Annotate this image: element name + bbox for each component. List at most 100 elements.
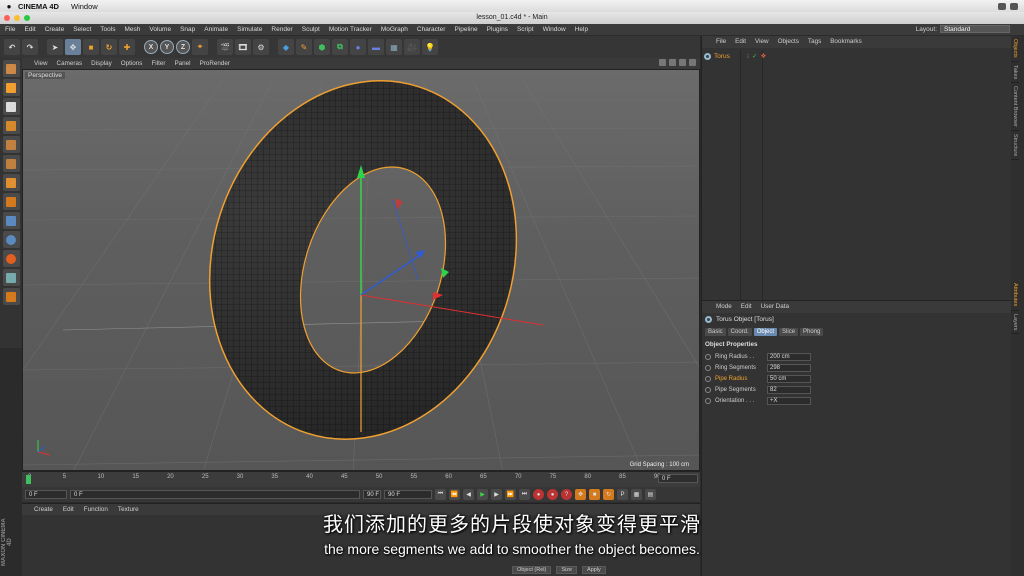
menu-window[interactable]: Window: [543, 26, 566, 33]
play-icon[interactable]: ▶: [477, 489, 488, 500]
next-key-icon[interactable]: ⏩: [505, 489, 516, 500]
polygons-mode-icon[interactable]: [2, 174, 20, 191]
record-icon[interactable]: ●: [533, 489, 544, 500]
material-menu-create[interactable]: Create: [34, 506, 53, 513]
range-end-field[interactable]: 90 F: [363, 490, 381, 499]
playhead[interactable]: [26, 475, 31, 484]
perspective-viewport[interactable]: Perspective Grid Spacing : 100 cm: [22, 69, 700, 471]
dock-tab-takes[interactable]: Takes: [1011, 62, 1019, 84]
end-frame-field[interactable]: 90 F: [384, 490, 432, 499]
menu-plugins[interactable]: Plugins: [487, 26, 508, 33]
object-menu-bookmarks[interactable]: Bookmarks: [830, 38, 862, 46]
material-menu-texture[interactable]: Texture: [118, 506, 139, 513]
spline-pen-icon[interactable]: ✎: [296, 39, 312, 55]
dock-tab-layers[interactable]: Layers: [1011, 311, 1019, 335]
scale-tool-icon[interactable]: ■: [83, 39, 99, 55]
locked-workplane-icon[interactable]: [2, 269, 20, 286]
subdivision-surface-icon[interactable]: ⬢: [314, 39, 330, 55]
menu-simulate[interactable]: Simulate: [237, 26, 262, 33]
property-value-field[interactable]: 82: [767, 385, 811, 394]
layout-dropdown[interactable]: Standard: [940, 25, 1010, 33]
menu-character[interactable]: Character: [417, 26, 446, 33]
menu-mograph[interactable]: MoGraph: [381, 26, 408, 33]
z-axis-lock-button[interactable]: Z: [176, 40, 190, 54]
pan-view-icon[interactable]: [659, 59, 666, 66]
points-mode-icon[interactable]: [2, 136, 20, 153]
x-axis-lock-button[interactable]: X: [144, 40, 158, 54]
animate-toggle-icon[interactable]: [705, 386, 711, 393]
attribute-menu-mode[interactable]: Mode: [716, 303, 732, 311]
toggle-view-icon[interactable]: [689, 59, 696, 66]
viewport-menu-panel[interactable]: Panel: [174, 60, 190, 67]
object-name[interactable]: Torus: [714, 53, 730, 60]
window-menu[interactable]: Window: [71, 2, 98, 11]
property-value-field[interactable]: 50 cm: [767, 374, 811, 383]
edges-mode-icon[interactable]: [2, 155, 20, 172]
autokey-icon[interactable]: ●: [547, 489, 558, 500]
menu-script[interactable]: Script: [517, 26, 534, 33]
tag-icon[interactable]: ❖: [760, 52, 766, 60]
object-menu-objects[interactable]: Objects: [778, 38, 799, 46]
menu-pipeline[interactable]: Pipeline: [454, 26, 477, 33]
key-rotation-icon[interactable]: ↻: [603, 489, 614, 500]
frame-range-slider[interactable]: 0 F: [70, 490, 360, 499]
object-menu-view[interactable]: View: [755, 38, 769, 46]
model-mode-icon[interactable]: [2, 79, 20, 96]
tab-slice[interactable]: Slice: [779, 328, 799, 336]
viewport-camera-label[interactable]: Perspective: [25, 72, 65, 79]
render-view-icon[interactable]: 🎬: [217, 39, 233, 55]
menu-edit[interactable]: Edit: [24, 26, 35, 33]
viewport-menu-filter[interactable]: Filter: [151, 60, 165, 67]
rotate-view-icon[interactable]: [679, 59, 686, 66]
menu-snap[interactable]: Snap: [180, 26, 195, 33]
close-window-button[interactable]: [4, 15, 10, 21]
dock-tab-objects[interactable]: Objects: [1011, 36, 1019, 62]
material-menu-edit[interactable]: Edit: [63, 506, 74, 513]
apple-icon[interactable]: ●: [0, 2, 18, 11]
viewport-menu-options[interactable]: Options: [121, 60, 143, 67]
menu-mesh[interactable]: Mesh: [124, 26, 140, 33]
animate-toggle-icon[interactable]: [705, 353, 711, 360]
key-position-icon[interactable]: ✥: [575, 489, 586, 500]
goto-end-icon[interactable]: ⏭: [519, 489, 530, 500]
object-row-torus[interactable]: Torus ⁝ ✓ ❖: [704, 51, 1010, 61]
timeline-frame-field[interactable]: 0 F: [658, 474, 698, 483]
deformer-icon[interactable]: ●: [350, 39, 366, 55]
texture-mode-icon[interactable]: [2, 98, 20, 115]
coord-mode-dropdown[interactable]: Object (Rel): [512, 566, 552, 574]
zoom-window-button[interactable]: [24, 15, 30, 21]
tab-coord[interactable]: Coord.: [727, 328, 752, 336]
coordinate-system-icon[interactable]: ⌖: [192, 39, 208, 55]
timeline-window-icon[interactable]: ▤: [645, 489, 656, 500]
dock-tab-structure[interactable]: Structure: [1011, 131, 1019, 161]
start-frame-field[interactable]: 0 F: [25, 490, 67, 499]
next-frame-icon[interactable]: ▶: [491, 489, 502, 500]
menu-help[interactable]: Help: [575, 26, 588, 33]
tab-object[interactable]: Object: [753, 328, 778, 336]
magnet-icon[interactable]: [2, 250, 20, 267]
menu-volume[interactable]: Volume: [149, 26, 171, 33]
snap-icon[interactable]: [2, 231, 20, 248]
light-icon[interactable]: 💡: [422, 39, 438, 55]
tab-basic[interactable]: Basic: [705, 328, 726, 336]
redo-icon[interactable]: ↷: [22, 39, 38, 55]
solo-icon[interactable]: [2, 288, 20, 305]
minimize-window-button[interactable]: [14, 15, 20, 21]
property-value-field[interactable]: +X: [767, 396, 811, 405]
floor-icon[interactable]: ▬: [368, 39, 384, 55]
material-menu-function[interactable]: Function: [84, 506, 108, 513]
property-value-field[interactable]: 200 cm: [767, 352, 811, 361]
keyframe-selection-icon[interactable]: ?: [561, 489, 572, 500]
app-name-menu[interactable]: CINEMA 4D: [18, 2, 59, 11]
property-value-field[interactable]: 298: [767, 363, 811, 372]
animate-toggle-icon[interactable]: [705, 375, 711, 382]
attribute-menu-user-data[interactable]: User Data: [761, 303, 789, 311]
render-settings-icon[interactable]: ⚙: [253, 39, 269, 55]
viewport-menu-prorender[interactable]: ProRender: [200, 60, 230, 67]
key-scale-icon[interactable]: ■: [589, 489, 600, 500]
array-generator-icon[interactable]: ⧉: [332, 39, 348, 55]
attribute-menu-edit[interactable]: Edit: [741, 303, 752, 311]
dock-tab-attributes[interactable]: Attributes: [1011, 280, 1019, 311]
key-param-icon[interactable]: P: [617, 489, 628, 500]
coord-size-dropdown[interactable]: Size: [556, 566, 578, 574]
